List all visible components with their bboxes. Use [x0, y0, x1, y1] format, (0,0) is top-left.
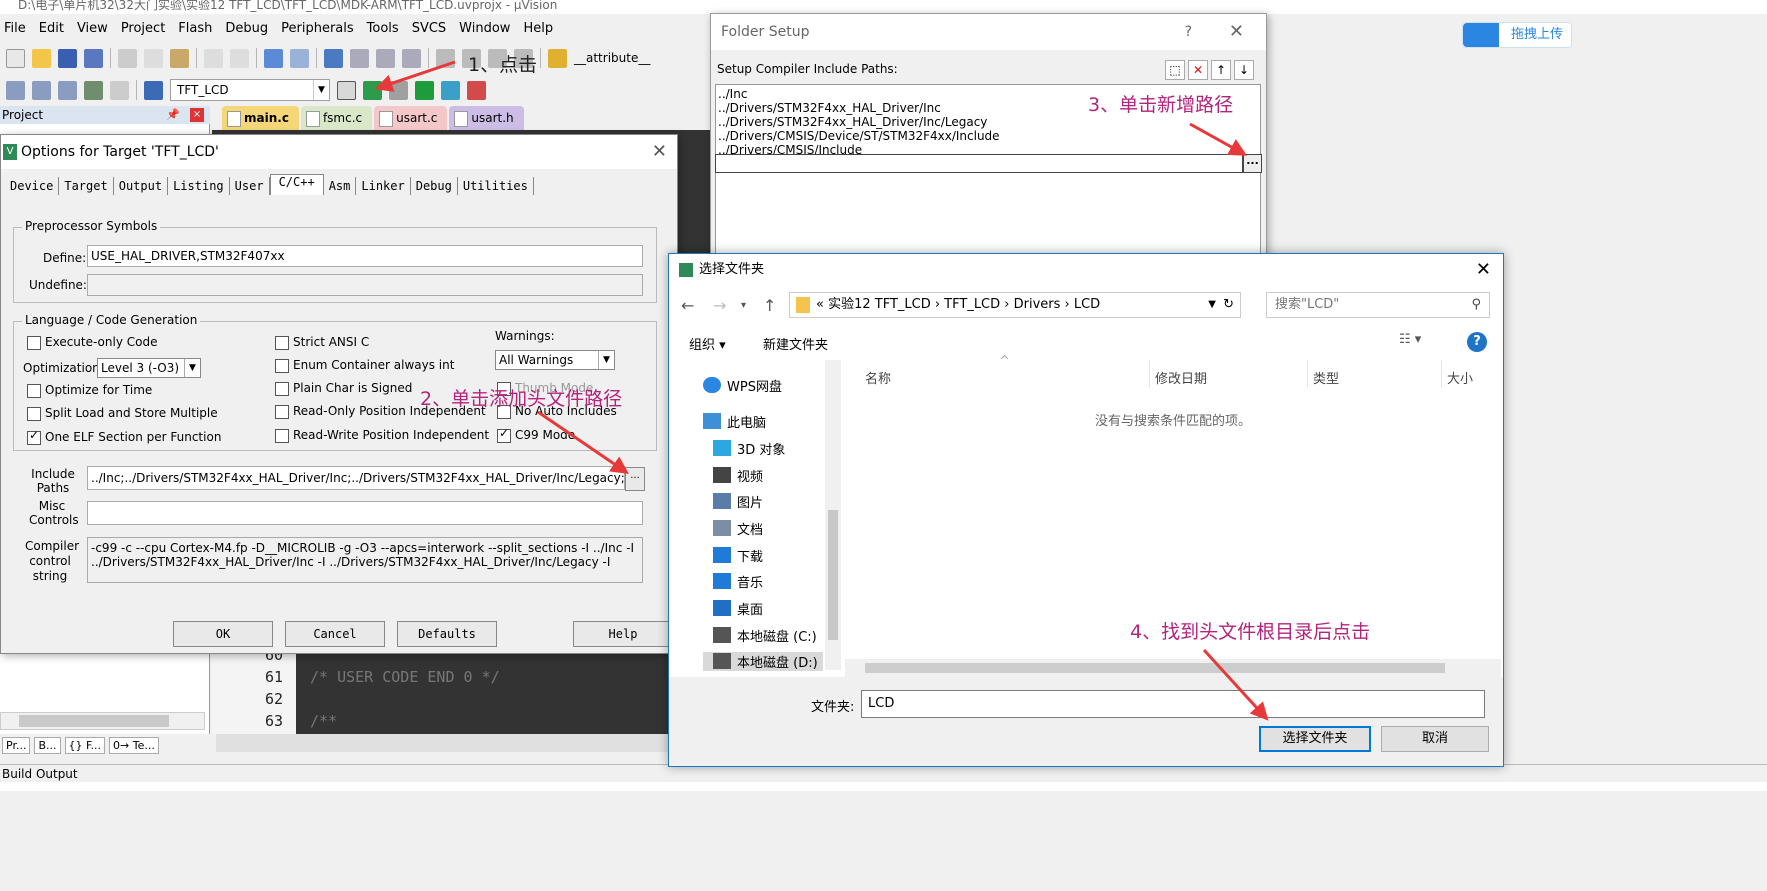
annotation-arrows — [374, 60, 1269, 721]
arrow-step1 — [374, 60, 456, 92]
arrow-step2 — [537, 410, 629, 475]
arrow-step4 — [1202, 648, 1269, 721]
arrow-step3 — [1189, 122, 1248, 156]
